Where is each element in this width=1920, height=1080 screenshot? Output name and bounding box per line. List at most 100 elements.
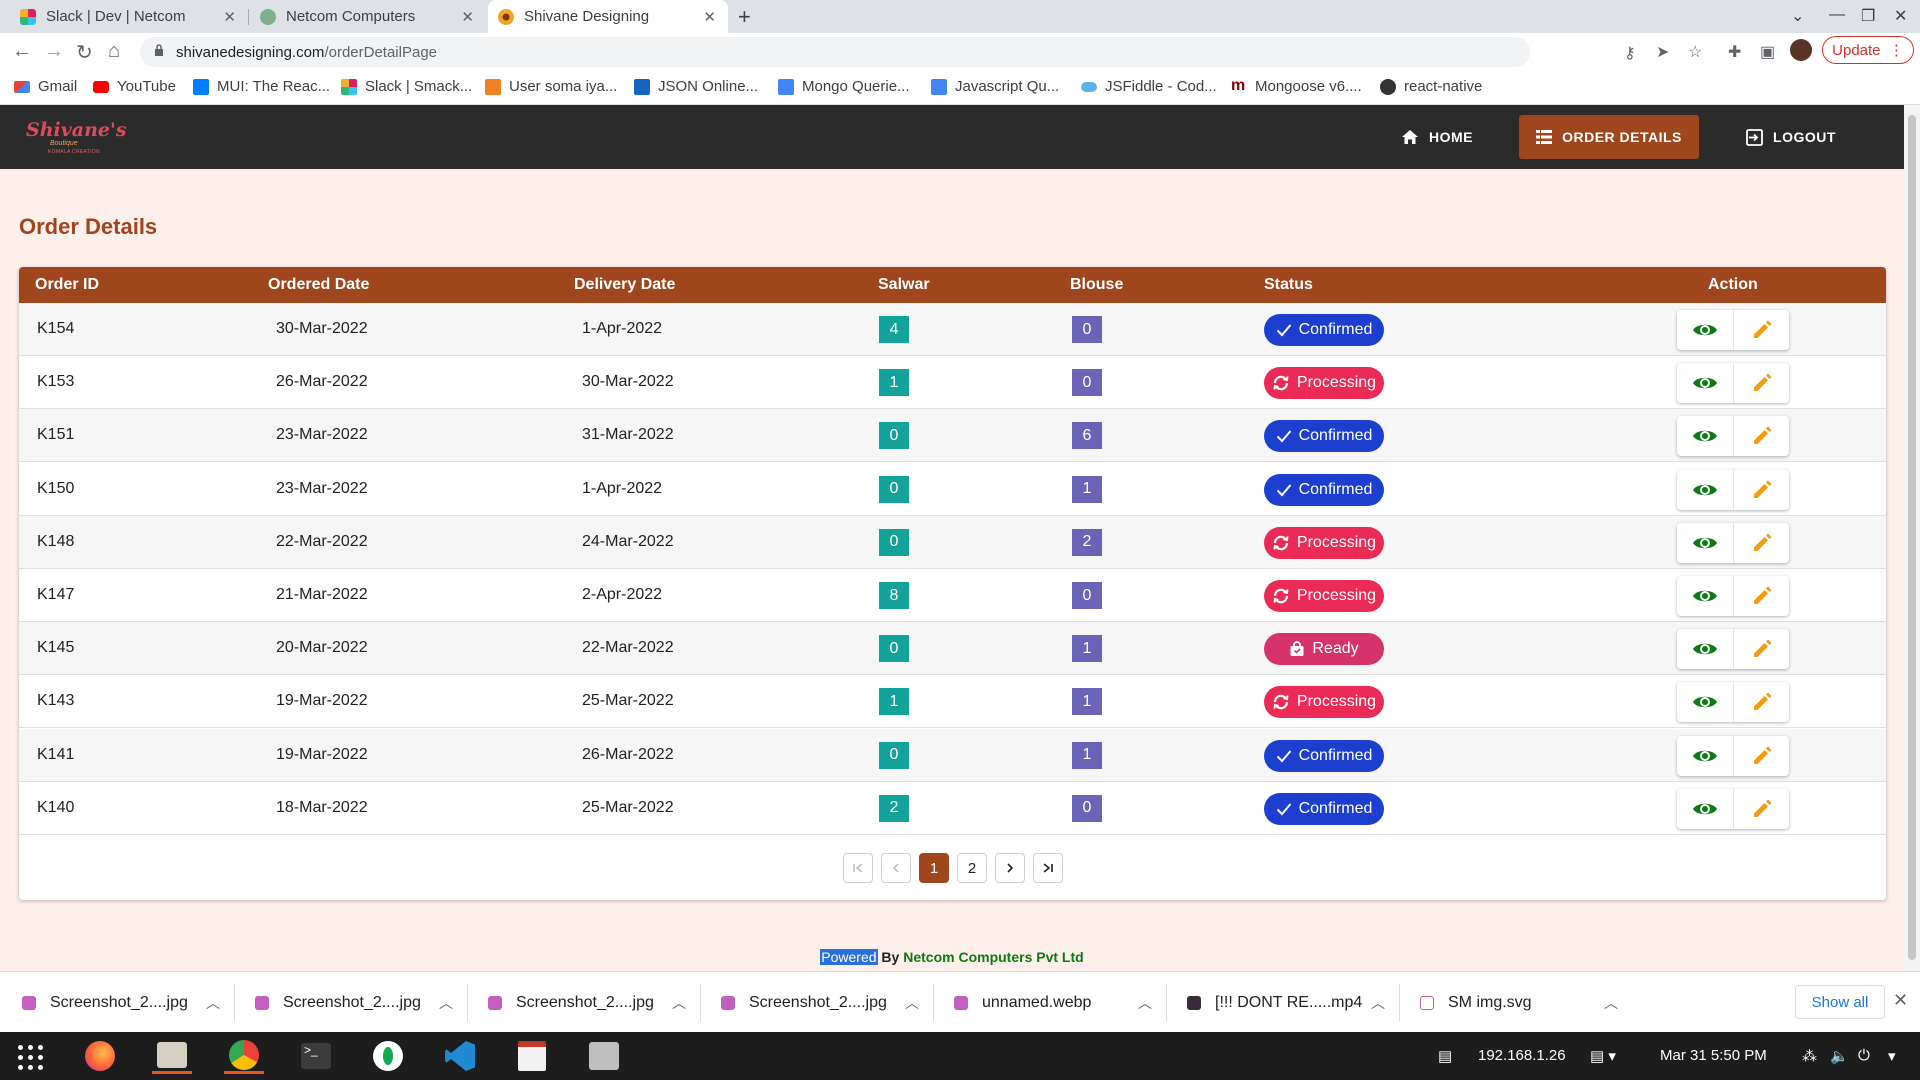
- home-icon[interactable]: ⌂: [108, 40, 120, 63]
- address-bar[interactable]: shivanedesigning.com/orderDetailPage ⚷ ➤…: [140, 37, 1702, 67]
- power-icon[interactable]: ⏻: [1858, 1047, 1870, 1064]
- show-all-button[interactable]: Show all: [1795, 985, 1885, 1019]
- text-editor-icon[interactable]: [512, 1038, 552, 1074]
- download-item[interactable]: unnamed.webp ︿: [954, 972, 1154, 1033]
- edit-button[interactable]: [1733, 682, 1789, 723]
- download-item[interactable]: Screenshot_2....jpg ︿: [488, 972, 688, 1033]
- reload-icon[interactable]: ↻: [76, 40, 93, 65]
- edit-button[interactable]: [1733, 469, 1789, 510]
- extensions-icon[interactable]: ✚: [1728, 42, 1741, 62]
- clipboard-icon[interactable]: ▤: [1438, 1047, 1452, 1065]
- tab-slack[interactable]: Slack | Dev | Netcom ✕: [10, 0, 248, 33]
- view-button[interactable]: [1677, 576, 1733, 616]
- edit-button[interactable]: [1733, 522, 1789, 563]
- new-tab-icon[interactable]: +: [738, 4, 751, 30]
- view-button[interactable]: [1677, 523, 1733, 563]
- update-button[interactable]: Update ⋮: [1822, 36, 1914, 64]
- chevron-up-icon[interactable]: ︿: [439, 993, 453, 1013]
- bookmark-mui[interactable]: MUI: The Reac...: [193, 78, 330, 95]
- edit-button[interactable]: [1733, 363, 1789, 404]
- brand-logo[interactable]: Shivane's Boutique KOMALA CREATION: [24, 113, 127, 161]
- tab-netcom[interactable]: Netcom Computers ✕: [250, 0, 486, 33]
- bookmark-mongo[interactable]: Mongo Querie...: [778, 78, 910, 95]
- page-2-button[interactable]: 2: [957, 853, 987, 883]
- minimize-icon[interactable]: —: [1829, 6, 1845, 24]
- nav-order-details-button[interactable]: ORDER DETAILS: [1519, 115, 1699, 159]
- view-button[interactable]: [1677, 363, 1733, 403]
- first-page-button[interactable]: [843, 853, 873, 883]
- table-row: K151 23-Mar-2022 31-Mar-2022 0 6 Confirmed: [19, 409, 1886, 463]
- back-icon[interactable]: ←: [12, 40, 32, 63]
- row-actions: [1677, 469, 1789, 510]
- restore-icon[interactable]: ❐: [1861, 6, 1875, 26]
- volume-icon[interactable]: 🔈: [1830, 1047, 1849, 1065]
- edit-button[interactable]: [1733, 735, 1789, 776]
- bookmark-json[interactable]: JSON Online...: [634, 78, 758, 95]
- chevron-up-icon[interactable]: ︿: [905, 993, 919, 1013]
- download-item[interactable]: Screenshot_2....jpg ︿: [22, 972, 222, 1033]
- network-icon[interactable]: ⁂: [1802, 1047, 1817, 1065]
- star-icon[interactable]: ☆: [1688, 42, 1702, 62]
- close-icon[interactable]: ✕: [223, 8, 236, 26]
- close-icon[interactable]: ✕: [461, 8, 474, 26]
- page-scrollbar[interactable]: [1904, 105, 1920, 971]
- download-item[interactable]: Screenshot_2....jpg ︿: [255, 972, 455, 1033]
- send-icon[interactable]: ➤: [1656, 42, 1669, 62]
- chrome-icon[interactable]: [224, 1038, 264, 1074]
- chevron-up-icon[interactable]: ︿: [672, 993, 686, 1013]
- mongodb-compass-icon[interactable]: [368, 1038, 408, 1074]
- view-button[interactable]: [1677, 789, 1733, 829]
- forward-icon[interactable]: →: [44, 40, 64, 63]
- chevron-up-icon[interactable]: ︿: [1138, 993, 1152, 1013]
- bookmark-mongoose[interactable]: m Mongoose v6....: [1231, 77, 1362, 95]
- tab-search-icon[interactable]: ⌄: [1791, 6, 1804, 26]
- bookmark-jsfiddle[interactable]: JSFiddle - Cod...: [1081, 78, 1217, 95]
- close-icon[interactable]: ✕: [703, 8, 716, 26]
- download-item[interactable]: SM img.svg ︿: [1420, 972, 1620, 1033]
- chevron-up-icon[interactable]: ︿: [1371, 993, 1385, 1013]
- close-window-icon[interactable]: ✕: [1894, 6, 1907, 26]
- bookmark-javascript[interactable]: Javascript Qu...: [931, 78, 1059, 95]
- download-item[interactable]: Screenshot_2....jpg ︿: [721, 972, 921, 1033]
- edit-button[interactable]: [1733, 310, 1789, 350]
- bookmark-gmail[interactable]: Gmail: [14, 78, 77, 95]
- bookmark-react-native[interactable]: react-native: [1380, 78, 1482, 95]
- nav-logout-button[interactable]: LOGOUT: [1736, 115, 1846, 159]
- view-button[interactable]: [1677, 736, 1733, 776]
- bookmark-youtube[interactable]: YouTube: [93, 78, 176, 95]
- next-page-button[interactable]: [995, 853, 1025, 883]
- edit-button[interactable]: [1733, 576, 1789, 616]
- terminal-icon[interactable]: >_: [296, 1038, 336, 1074]
- close-icon[interactable]: ✕: [1893, 990, 1908, 1011]
- download-item[interactable]: [!!! DONT RE.....mp4 ︿: [1187, 972, 1387, 1033]
- firefox-icon[interactable]: [80, 1038, 120, 1074]
- view-button[interactable]: [1677, 629, 1733, 669]
- chevron-up-icon[interactable]: ︿: [1604, 993, 1618, 1013]
- files-icon[interactable]: [152, 1038, 192, 1074]
- clipboard-menu-icon[interactable]: ▤ ▾: [1590, 1047, 1616, 1065]
- edit-button[interactable]: [1733, 416, 1789, 457]
- edit-button[interactable]: [1733, 788, 1789, 829]
- clock[interactable]: Mar 31 5:50 PM: [1660, 1047, 1767, 1064]
- app-grid-icon[interactable]: [18, 1045, 44, 1071]
- tab-shivane[interactable]: Shivane Designing ✕: [488, 0, 728, 33]
- profile-avatar[interactable]: [1790, 39, 1812, 61]
- prev-page-button[interactable]: [881, 853, 911, 883]
- chevron-down-icon[interactable]: ▾: [1888, 1047, 1896, 1065]
- view-button[interactable]: [1677, 682, 1733, 722]
- nav-home-button[interactable]: HOME: [1382, 115, 1492, 159]
- view-button[interactable]: [1677, 416, 1733, 456]
- bookmark-user-soma[interactable]: User soma iya...: [485, 78, 617, 95]
- side-panel-icon[interactable]: ▣: [1760, 42, 1775, 62]
- page-1-button[interactable]: 1: [919, 853, 949, 883]
- last-page-button[interactable]: [1033, 853, 1063, 883]
- edit-button[interactable]: [1733, 629, 1789, 670]
- chevron-up-icon[interactable]: ︿: [206, 993, 220, 1013]
- view-button[interactable]: [1677, 310, 1733, 350]
- scrollbar-thumb[interactable]: [1908, 115, 1916, 960]
- view-button[interactable]: [1677, 470, 1733, 510]
- vscode-icon[interactable]: [440, 1038, 480, 1074]
- key-icon[interactable]: ⚷: [1624, 43, 1636, 63]
- image-viewer-icon[interactable]: [584, 1038, 624, 1074]
- bookmark-slack[interactable]: Slack | Smack...: [341, 78, 472, 95]
